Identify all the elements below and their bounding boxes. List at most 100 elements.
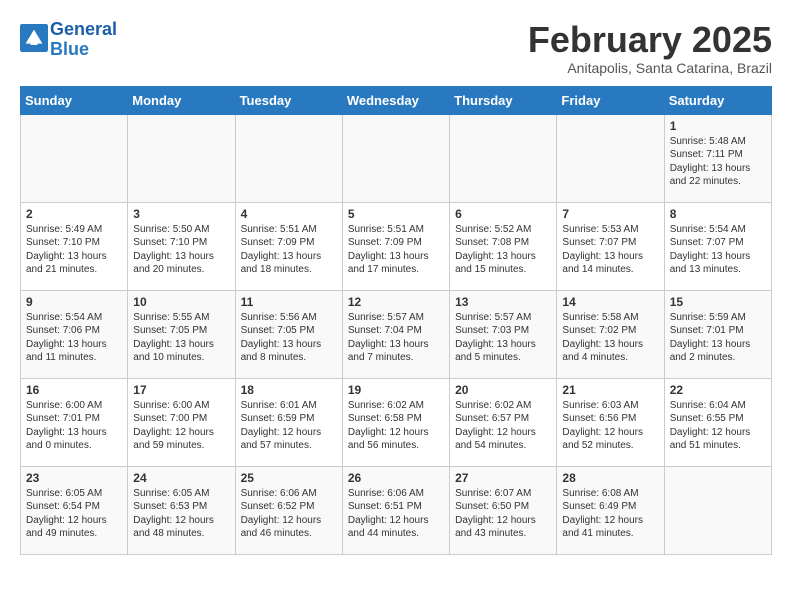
calendar-cell: 25 Sunrise: 6:06 AM Sunset: 6:52 PM Dayli… bbox=[235, 466, 342, 554]
logo-icon bbox=[20, 24, 48, 52]
page-header: General Blue February 2025 Anitapolis, S… bbox=[20, 20, 772, 76]
day-header-thursday: Thursday bbox=[450, 86, 557, 114]
calendar-week-row: 1 Sunrise: 5:48 AM Sunset: 7:11 PM Daylig… bbox=[21, 114, 772, 202]
calendar-week-row: 2Sunrise: 5:49 AM Sunset: 7:10 PM Daylig… bbox=[21, 202, 772, 290]
calendar-week-row: 23 Sunrise: 6:05 AM Sunset: 6:54 PM Dayli… bbox=[21, 466, 772, 554]
day-number: 14 bbox=[562, 295, 658, 309]
calendar-cell bbox=[664, 466, 771, 554]
calendar-cell: 11 Sunrise: 5:56 AM Sunset: 7:05 PM Dayli… bbox=[235, 290, 342, 378]
day-number: 19 bbox=[348, 383, 444, 397]
day-details: Sunrise: 5:57 AM Sunset: 7:04 PM Dayligh… bbox=[348, 311, 444, 365]
day-number: 24 bbox=[133, 471, 229, 485]
calendar-cell bbox=[557, 114, 664, 202]
day-details: Sunrise: 5:55 AM Sunset: 7:05 PM Dayligh… bbox=[133, 311, 229, 365]
calendar-week-row: 16Sunrise: 6:00 AM Sunset: 7:01 PM Dayli… bbox=[21, 378, 772, 466]
calendar-cell bbox=[128, 114, 235, 202]
calendar-cell bbox=[21, 114, 128, 202]
day-number: 6 bbox=[455, 207, 551, 221]
logo-line2: Blue bbox=[50, 39, 89, 59]
calendar-cell: 7 Sunrise: 5:53 AM Sunset: 7:07 PM Daylig… bbox=[557, 202, 664, 290]
calendar-cell: 1 Sunrise: 5:48 AM Sunset: 7:11 PM Daylig… bbox=[664, 114, 771, 202]
calendar-cell: 16Sunrise: 6:00 AM Sunset: 7:01 PM Dayli… bbox=[21, 378, 128, 466]
day-details: Sunrise: 6:07 AM Sunset: 6:50 PM Dayligh… bbox=[455, 487, 551, 541]
day-details: Sunrise: 5:56 AM Sunset: 7:05 PM Dayligh… bbox=[241, 311, 337, 365]
day-number: 11 bbox=[241, 295, 337, 309]
calendar-table: SundayMondayTuesdayWednesdayThursdayFrid… bbox=[20, 86, 772, 555]
day-number: 28 bbox=[562, 471, 658, 485]
day-details: Sunrise: 6:00 AM Sunset: 7:00 PM Dayligh… bbox=[133, 399, 229, 453]
day-details: Sunrise: 6:05 AM Sunset: 6:53 PM Dayligh… bbox=[133, 487, 229, 541]
logo-line1: General bbox=[50, 19, 117, 39]
calendar-cell: 23 Sunrise: 6:05 AM Sunset: 6:54 PM Dayli… bbox=[21, 466, 128, 554]
day-number: 8 bbox=[670, 207, 766, 221]
day-header-wednesday: Wednesday bbox=[342, 86, 449, 114]
day-number: 1 bbox=[670, 119, 766, 133]
day-number: 12 bbox=[348, 295, 444, 309]
day-details: Sunrise: 6:06 AM Sunset: 6:52 PM Dayligh… bbox=[241, 487, 337, 541]
day-number: 27 bbox=[455, 471, 551, 485]
day-number: 15 bbox=[670, 295, 766, 309]
day-header-friday: Friday bbox=[557, 86, 664, 114]
day-details: Sunrise: 5:53 AM Sunset: 7:07 PM Dayligh… bbox=[562, 223, 658, 277]
day-number: 26 bbox=[348, 471, 444, 485]
day-number: 9 bbox=[26, 295, 122, 309]
calendar-cell: 22 Sunrise: 6:04 AM Sunset: 6:55 PM Dayli… bbox=[664, 378, 771, 466]
calendar-cell: 12 Sunrise: 5:57 AM Sunset: 7:04 PM Dayli… bbox=[342, 290, 449, 378]
day-details: Sunrise: 6:05 AM Sunset: 6:54 PM Dayligh… bbox=[26, 487, 122, 541]
day-details: Sunrise: 6:02 AM Sunset: 6:58 PM Dayligh… bbox=[348, 399, 444, 453]
day-details: Sunrise: 5:50 AM Sunset: 7:10 PM Dayligh… bbox=[133, 223, 229, 277]
calendar-header-row: SundayMondayTuesdayWednesdayThursdayFrid… bbox=[21, 86, 772, 114]
day-number: 5 bbox=[348, 207, 444, 221]
calendar-cell: 24 Sunrise: 6:05 AM Sunset: 6:53 PM Dayli… bbox=[128, 466, 235, 554]
day-header-saturday: Saturday bbox=[664, 86, 771, 114]
logo-text: General Blue bbox=[50, 20, 117, 60]
calendar-cell: 10 Sunrise: 5:55 AM Sunset: 7:05 PM Dayli… bbox=[128, 290, 235, 378]
calendar-cell: 17 Sunrise: 6:00 AM Sunset: 7:00 PM Dayli… bbox=[128, 378, 235, 466]
calendar-cell: 3Sunrise: 5:50 AM Sunset: 7:10 PM Daylig… bbox=[128, 202, 235, 290]
day-details: Sunrise: 5:48 AM Sunset: 7:11 PM Dayligh… bbox=[670, 135, 766, 189]
day-number: 7 bbox=[562, 207, 658, 221]
calendar-cell: 15 Sunrise: 5:59 AM Sunset: 7:01 PM Dayli… bbox=[664, 290, 771, 378]
day-number: 10 bbox=[133, 295, 229, 309]
day-details: Sunrise: 6:02 AM Sunset: 6:57 PM Dayligh… bbox=[455, 399, 551, 453]
day-details: Sunrise: 5:51 AM Sunset: 7:09 PM Dayligh… bbox=[241, 223, 337, 277]
calendar-cell bbox=[342, 114, 449, 202]
calendar-cell: 20 Sunrise: 6:02 AM Sunset: 6:57 PM Dayli… bbox=[450, 378, 557, 466]
day-details: Sunrise: 6:03 AM Sunset: 6:56 PM Dayligh… bbox=[562, 399, 658, 453]
day-details: Sunrise: 5:52 AM Sunset: 7:08 PM Dayligh… bbox=[455, 223, 551, 277]
calendar-week-row: 9Sunrise: 5:54 AM Sunset: 7:06 PM Daylig… bbox=[21, 290, 772, 378]
calendar-cell: 2Sunrise: 5:49 AM Sunset: 7:10 PM Daylig… bbox=[21, 202, 128, 290]
day-number: 21 bbox=[562, 383, 658, 397]
day-details: Sunrise: 6:06 AM Sunset: 6:51 PM Dayligh… bbox=[348, 487, 444, 541]
day-number: 18 bbox=[241, 383, 337, 397]
day-header-sunday: Sunday bbox=[21, 86, 128, 114]
calendar-cell: 21 Sunrise: 6:03 AM Sunset: 6:56 PM Dayli… bbox=[557, 378, 664, 466]
calendar-cell: 28 Sunrise: 6:08 AM Sunset: 6:49 PM Dayli… bbox=[557, 466, 664, 554]
day-number: 25 bbox=[241, 471, 337, 485]
day-details: Sunrise: 6:01 AM Sunset: 6:59 PM Dayligh… bbox=[241, 399, 337, 453]
title-section: February 2025 Anitapolis, Santa Catarina… bbox=[528, 20, 772, 76]
day-number: 22 bbox=[670, 383, 766, 397]
calendar-cell: 18 Sunrise: 6:01 AM Sunset: 6:59 PM Dayli… bbox=[235, 378, 342, 466]
day-details: Sunrise: 5:59 AM Sunset: 7:01 PM Dayligh… bbox=[670, 311, 766, 365]
calendar-cell: 13Sunrise: 5:57 AM Sunset: 7:03 PM Dayli… bbox=[450, 290, 557, 378]
calendar-cell: 27 Sunrise: 6:07 AM Sunset: 6:50 PM Dayli… bbox=[450, 466, 557, 554]
day-details: Sunrise: 5:51 AM Sunset: 7:09 PM Dayligh… bbox=[348, 223, 444, 277]
day-details: Sunrise: 5:49 AM Sunset: 7:10 PM Dayligh… bbox=[26, 223, 122, 277]
calendar-cell: 9Sunrise: 5:54 AM Sunset: 7:06 PM Daylig… bbox=[21, 290, 128, 378]
day-details: Sunrise: 6:08 AM Sunset: 6:49 PM Dayligh… bbox=[562, 487, 658, 541]
day-number: 17 bbox=[133, 383, 229, 397]
day-details: Sunrise: 5:54 AM Sunset: 7:07 PM Dayligh… bbox=[670, 223, 766, 277]
calendar-cell: 26 Sunrise: 6:06 AM Sunset: 6:51 PM Dayli… bbox=[342, 466, 449, 554]
calendar-cell: 5 Sunrise: 5:51 AM Sunset: 7:09 PM Daylig… bbox=[342, 202, 449, 290]
day-details: Sunrise: 5:58 AM Sunset: 7:02 PM Dayligh… bbox=[562, 311, 658, 365]
logo: General Blue bbox=[20, 20, 117, 60]
day-details: Sunrise: 6:04 AM Sunset: 6:55 PM Dayligh… bbox=[670, 399, 766, 453]
day-header-tuesday: Tuesday bbox=[235, 86, 342, 114]
calendar-cell: 6 Sunrise: 5:52 AM Sunset: 7:08 PM Daylig… bbox=[450, 202, 557, 290]
calendar-cell: 19 Sunrise: 6:02 AM Sunset: 6:58 PM Dayli… bbox=[342, 378, 449, 466]
calendar-cell: 14 Sunrise: 5:58 AM Sunset: 7:02 PM Dayli… bbox=[557, 290, 664, 378]
day-number: 16 bbox=[26, 383, 122, 397]
day-number: 20 bbox=[455, 383, 551, 397]
day-number: 23 bbox=[26, 471, 122, 485]
